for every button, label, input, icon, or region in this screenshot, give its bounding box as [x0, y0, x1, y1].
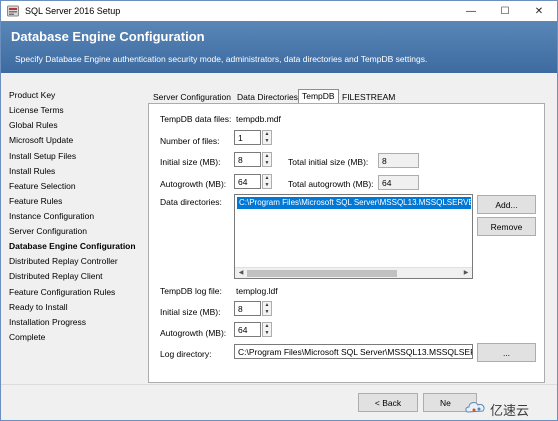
spin-down-icon[interactable]: ▼ — [263, 160, 271, 166]
initial-size-spinner[interactable]: ▲ ▼ — [262, 152, 272, 167]
step-instance-configuration[interactable]: Instance Configuration — [9, 211, 94, 221]
scroll-right-icon[interactable]: ▶ — [461, 269, 471, 278]
setup-steps-list: Product Key License Terms Global Rules M… — [1, 84, 141, 384]
total-autogrowth-value: 64 — [378, 175, 419, 190]
data-directories-list[interactable]: C:\Program Files\Microsoft SQL Server\MS… — [234, 194, 473, 279]
step-install-setup-files[interactable]: Install Setup Files — [9, 151, 76, 161]
spin-up-icon[interactable]: ▲ — [263, 153, 271, 159]
autogrowth-label: Autogrowth (MB): — [160, 179, 227, 189]
spin-down-icon[interactable]: ▼ — [263, 309, 271, 315]
log-autogrowth-label: Autogrowth (MB): — [160, 328, 227, 338]
step-feature-configuration-rules[interactable]: Feature Configuration Rules — [9, 287, 115, 297]
watermark-logo: 亿速云 — [464, 397, 554, 419]
browse-log-directory-button[interactable]: ... — [477, 343, 536, 362]
step-feature-selection[interactable]: Feature Selection — [9, 181, 76, 191]
remove-directory-button[interactable]: Remove — [477, 217, 536, 236]
total-autogrowth-label: Total autogrowth (MB): — [288, 179, 374, 189]
tempdb-log-file-label: TempDB log file: — [160, 286, 222, 296]
log-initial-size-spinner[interactable]: ▲ ▼ — [262, 301, 272, 316]
step-complete[interactable]: Complete — [9, 332, 45, 342]
close-button[interactable]: ✕ — [523, 1, 555, 21]
initial-size-input[interactable]: 8 — [234, 152, 261, 167]
data-directory-item[interactable]: C:\Program Files\Microsoft SQL Server\MS… — [236, 196, 472, 210]
minimize-button[interactable]: — — [455, 1, 487, 21]
tab-data-directories[interactable]: Data Directories — [237, 90, 298, 104]
scroll-left-icon[interactable]: ◀ — [236, 269, 246, 278]
page-title: Database Engine Configuration — [11, 29, 205, 44]
tab-tempdb[interactable]: TempDB — [298, 89, 339, 104]
page-subtitle: Specify Database Engine authentication s… — [15, 54, 428, 64]
log-initial-size-input[interactable]: 8 — [234, 301, 261, 316]
step-global-rules[interactable]: Global Rules — [9, 120, 58, 130]
step-ready-to-install[interactable]: Ready to Install — [9, 302, 68, 312]
tab-server-configuration[interactable]: Server Configuration — [153, 90, 231, 104]
spin-down-icon[interactable]: ▼ — [263, 138, 271, 144]
autogrowth-input[interactable]: 64 — [234, 174, 261, 189]
data-directories-label: Data directories: — [160, 197, 222, 207]
setup-window: SQL Server 2016 Setup — ☐ ✕ Database Eng… — [0, 0, 558, 421]
spin-down-icon[interactable]: ▼ — [263, 330, 271, 336]
watermark-text: 亿速云 — [490, 404, 530, 419]
number-of-files-spinner[interactable]: ▲ ▼ — [262, 130, 272, 145]
tab-filestream[interactable]: FILESTREAM — [342, 90, 395, 104]
number-of-files-label: Number of files: — [160, 136, 220, 146]
spin-up-icon[interactable]: ▲ — [263, 131, 271, 137]
log-directory-label: Log directory: — [160, 349, 212, 359]
header-banner: Database Engine Configuration Specify Da… — [1, 21, 557, 73]
tempdb-log-file-value: templog.ldf — [236, 286, 278, 296]
step-install-rules[interactable]: Install Rules — [9, 166, 55, 176]
horizontal-scrollbar[interactable]: ◀ ▶ — [235, 267, 472, 278]
cloud-logo-icon — [465, 402, 485, 413]
log-directory-input[interactable]: C:\Program Files\Microsoft SQL Server\MS… — [234, 344, 473, 359]
initial-size-label: Initial size (MB): — [160, 157, 221, 167]
log-autogrowth-input[interactable]: 64 — [234, 322, 261, 337]
spin-up-icon[interactable]: ▲ — [263, 302, 271, 308]
window-title: SQL Server 2016 Setup — [25, 6, 121, 16]
total-initial-size-label: Total initial size (MB): — [288, 157, 369, 167]
autogrowth-spinner[interactable]: ▲ ▼ — [262, 174, 272, 189]
spin-down-icon[interactable]: ▼ — [263, 182, 271, 188]
log-initial-size-label: Initial size (MB): — [160, 307, 221, 317]
maximize-button[interactable]: ☐ — [489, 1, 521, 21]
step-installation-progress[interactable]: Installation Progress — [9, 317, 86, 327]
spin-up-icon[interactable]: ▲ — [263, 323, 271, 329]
step-distributed-replay-controller[interactable]: Distributed Replay Controller — [9, 256, 118, 266]
back-button[interactable]: < Back — [358, 393, 418, 412]
step-license-terms[interactable]: License Terms — [9, 105, 64, 115]
step-database-engine-configuration[interactable]: Database Engine Configuration — [9, 241, 136, 251]
spin-up-icon[interactable]: ▲ — [263, 175, 271, 181]
step-product-key[interactable]: Product Key — [9, 90, 55, 100]
sql-server-app-icon — [7, 5, 19, 17]
add-directory-button[interactable]: Add... — [477, 195, 536, 214]
number-of-files-input[interactable]: 1 — [234, 130, 261, 145]
step-server-configuration[interactable]: Server Configuration — [9, 226, 87, 236]
step-distributed-replay-client[interactable]: Distributed Replay Client — [9, 271, 103, 281]
title-bar: SQL Server 2016 Setup — ☐ ✕ — [1, 1, 557, 21]
step-microsoft-update[interactable]: Microsoft Update — [9, 135, 73, 145]
tempdb-data-files-value: tempdb.mdf — [236, 114, 281, 124]
tempdb-data-files-label: TempDB data files: — [160, 114, 232, 124]
scrollbar-thumb[interactable] — [247, 270, 397, 277]
total-initial-size-value: 8 — [378, 153, 419, 168]
step-feature-rules[interactable]: Feature Rules — [9, 196, 62, 206]
log-autogrowth-spinner[interactable]: ▲ ▼ — [262, 322, 272, 337]
